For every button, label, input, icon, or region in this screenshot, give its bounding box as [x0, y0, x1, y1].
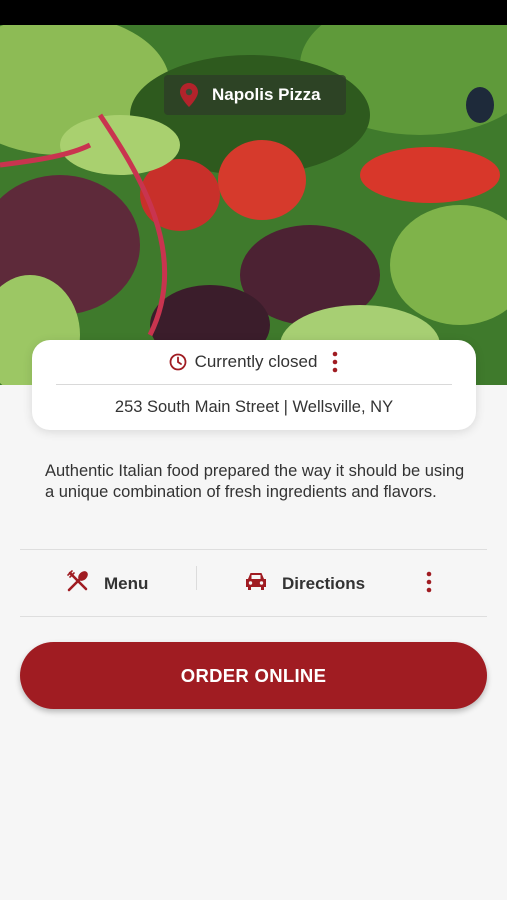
directions-button[interactable]: Directions [244, 551, 365, 616]
status-bar [0, 0, 507, 25]
open-status-row: Currently closed [32, 340, 476, 384]
fork-spoon-icon [66, 569, 90, 598]
restaurant-name: Napolis Pizza [212, 85, 321, 104]
directions-label: Directions [282, 573, 366, 593]
menu-button[interactable]: Menu [66, 551, 148, 616]
action-separator [196, 566, 197, 590]
order-online-button[interactable]: ORDER ONLINE [20, 642, 487, 709]
map-pin-icon [178, 82, 200, 108]
restaurant-description: Authentic Italian food prepared the way … [45, 462, 465, 501]
restaurant-name-badge: Napolis Pizza [164, 75, 346, 115]
more-actions-icon[interactable] [420, 568, 438, 596]
menu-label: Menu [104, 573, 149, 593]
clock-icon [169, 353, 187, 371]
hero-image: Napolis Pizza [0, 25, 507, 385]
status-more-icon[interactable] [331, 351, 339, 373]
action-bar: Menu Directions [20, 551, 487, 616]
open-status: Currently closed [194, 352, 318, 371]
info-card: Currently closed 253 South Main Street |… [32, 340, 476, 430]
address: 253 South Main Street | Wellsville, NY [114, 398, 394, 416]
car-icon [244, 570, 268, 597]
order-online-label: ORDER ONLINE [180, 664, 327, 686]
actions-top-divider [20, 549, 487, 550]
actions-bottom-divider [20, 616, 487, 617]
